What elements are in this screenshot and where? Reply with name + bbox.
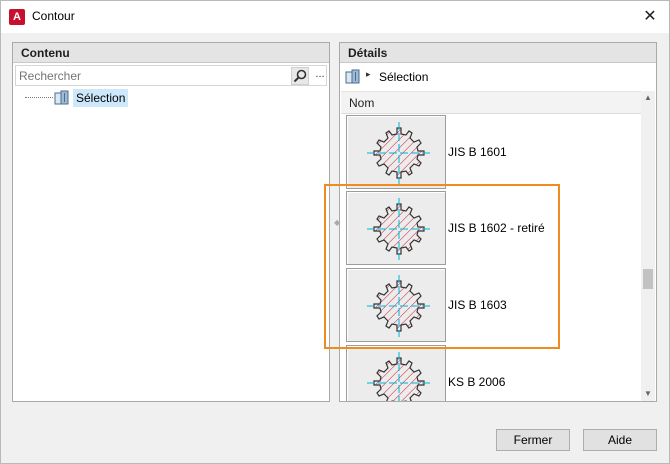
close-button[interactable]: Fermer — [496, 429, 570, 451]
folder-block-icon — [54, 90, 69, 105]
breadcrumb-item-selection[interactable]: Sélection — [379, 70, 428, 84]
title-bar: A Contour ✕ — [1, 1, 669, 33]
search-button[interactable] — [291, 67, 309, 85]
vertical-scrollbar[interactable]: ▲ ▼ — [641, 91, 655, 401]
content-panel: Contenu ... Sélection — [12, 42, 330, 402]
content-panel-header: Contenu — [13, 43, 329, 63]
breadcrumb: ▸ Sélection — [340, 65, 656, 90]
scroll-up-arrow-icon[interactable]: ▲ — [641, 91, 655, 105]
help-button[interactable]: Aide — [583, 429, 657, 451]
folder-block-icon — [345, 69, 360, 84]
window-title: Contour — [32, 9, 75, 23]
close-window-button[interactable]: ✕ — [639, 6, 661, 28]
list-item[interactable]: KS B 2006 — [346, 345, 636, 401]
search-bar: ... — [15, 65, 327, 86]
highlight-annotation — [324, 184, 560, 349]
scroll-down-arrow-icon[interactable]: ▼ — [641, 387, 655, 401]
more-options-button[interactable]: ... — [311, 67, 329, 85]
breadcrumb-arrow-icon[interactable]: ▸ — [366, 69, 371, 80]
column-header-name[interactable]: Nom — [341, 91, 642, 114]
spline-shaft-profile-icon — [366, 351, 432, 401]
search-input[interactable] — [16, 66, 288, 85]
search-icon — [293, 69, 307, 83]
spline-shaft-profile-icon — [366, 121, 432, 185]
item-label: KS B 2006 — [448, 375, 506, 389]
tree-item-label: Sélection — [73, 89, 129, 107]
tree-connector — [25, 97, 53, 98]
thumbnail-button[interactable] — [346, 345, 446, 401]
scrollbar-thumb[interactable] — [643, 269, 653, 289]
list-item[interactable]: JIS B 1601 — [346, 115, 636, 191]
item-label: JIS B 1601 — [448, 145, 507, 159]
autocad-app-icon: A — [9, 9, 25, 25]
details-panel-header: Détails — [340, 43, 656, 63]
thumbnail-button[interactable] — [346, 115, 446, 189]
